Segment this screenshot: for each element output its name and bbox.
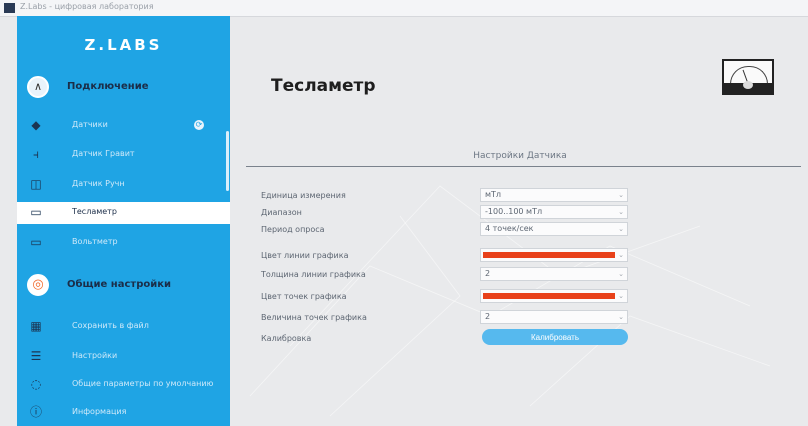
- section-label-connection: Подключение: [67, 81, 149, 92]
- sidebar: Z.LABS ∧ Подключение ◆ Датчики ⟳ ⫞ Датчи…: [17, 16, 230, 426]
- save-icon: ▦: [30, 319, 42, 333]
- line-width-select[interactable]: 2 ⌄: [480, 267, 628, 281]
- window-title: Z.Labs - цифровая лаборатория: [20, 2, 154, 11]
- sidebar-item-settings[interactable]: ☰ Настройки: [17, 346, 230, 368]
- label-point-size: Величина точек графика: [261, 313, 367, 322]
- sidebar-item-manual[interactable]: ◫ Датчик Ручн: [17, 174, 230, 196]
- sidebar-item-save[interactable]: ▦ Сохранить в файл: [17, 316, 230, 338]
- app-icon: [4, 3, 15, 13]
- sidebar-item-label: Настройки: [72, 351, 118, 360]
- section-connection[interactable]: ∧ Подключение: [17, 72, 230, 102]
- chevron-down-icon: ⌄: [618, 251, 624, 259]
- chart-icon: ◫: [30, 177, 42, 191]
- sidebar-item-gravity[interactable]: ⫞ Датчик Гравит: [17, 144, 230, 166]
- sidebar-item-label: Вольтметр: [72, 237, 118, 246]
- sidebar-item-sensors[interactable]: ◆ Датчики ⟳: [17, 115, 230, 137]
- label-poll-period: Период опроса: [261, 225, 325, 234]
- list-icon: ☰: [30, 349, 42, 363]
- units-value: мТл: [485, 190, 502, 199]
- point-size-select[interactable]: 2 ⌄: [480, 310, 628, 324]
- chevron-down-icon: ⌄: [618, 225, 624, 233]
- brand-logo: Z.LABS: [84, 36, 163, 54]
- label-calibration: Калибровка: [261, 334, 312, 343]
- sidebar-item-label: Тесламетр: [72, 207, 117, 216]
- label-point-color: Цвет точек графика: [261, 292, 347, 301]
- point-size-value: 2: [485, 312, 491, 321]
- image-icon: ▭: [30, 235, 42, 249]
- label-line-color: Цвет линии графика: [261, 251, 349, 260]
- calibrate-button[interactable]: Калибровать: [482, 329, 628, 345]
- range-value: -100..100 мТл: [485, 207, 543, 216]
- chevron-down-icon: ⌄: [618, 208, 624, 216]
- sidebar-item-label: Датчики: [72, 120, 108, 129]
- sidebar-item-label: Датчик Ручн: [72, 179, 125, 188]
- range-select[interactable]: -100..100 мТл ⌄: [480, 205, 628, 219]
- chevron-down-icon: ⌄: [618, 191, 624, 199]
- tab-sensor-settings[interactable]: Настройки Датчика: [430, 151, 610, 161]
- label-range: Диапазон: [261, 208, 302, 217]
- connection-icon: ∧: [27, 76, 49, 98]
- sidebar-item-label: Общие параметры по умолчанию: [72, 379, 214, 388]
- sidebar-item-label: Сохранить в файл: [72, 321, 149, 330]
- teslameter-icon: ▭: [30, 205, 42, 219]
- title-bar: Z.Labs - цифровая лаборатория: [0, 0, 808, 17]
- sidebar-item-defaults[interactable]: ◌ Общие параметры по умолчанию: [17, 374, 230, 396]
- chevron-down-icon: ⌄: [618, 270, 624, 278]
- sidebar-item-info[interactable]: ⓘ Информация: [17, 402, 230, 424]
- label-units: Единица измерения: [261, 191, 346, 200]
- line-color-select[interactable]: ⌄: [480, 248, 628, 262]
- section-general-settings[interactable]: ◎ Общие настройки: [17, 270, 230, 300]
- sidebar-item-teslameter[interactable]: ▭ Тесламетр: [17, 202, 230, 224]
- poll-period-select[interactable]: 4 точек/сек ⌄: [480, 222, 628, 236]
- teslameter-gauge-icon: [722, 59, 774, 95]
- line-color-swatch: [483, 252, 615, 258]
- main-panel: Тесламетр Настройки Датчика Единица изме…: [230, 16, 808, 426]
- label-line-width: Толщина линии графика: [261, 270, 366, 279]
- sidebar-item-voltmeter[interactable]: ▭ Вольтметр: [17, 232, 230, 254]
- defaults-icon: ◌: [30, 377, 42, 391]
- point-color-select[interactable]: ⌄: [480, 289, 628, 303]
- info-icon: ⓘ: [29, 405, 42, 419]
- tab-divider: [246, 166, 801, 167]
- chevron-down-icon: ⌄: [618, 313, 624, 321]
- sidebar-item-label: Информация: [72, 407, 127, 416]
- sidebar-scrollbar[interactable]: [226, 131, 229, 191]
- sensor-icon: ◆: [31, 118, 41, 132]
- line-width-value: 2: [485, 269, 491, 278]
- sidebar-item-label: Датчик Гравит: [72, 149, 135, 158]
- point-color-swatch: [483, 293, 615, 299]
- refresh-icon[interactable]: ⟳: [194, 120, 204, 130]
- chevron-down-icon: ⌄: [618, 292, 624, 300]
- section-label-settings: Общие настройки: [67, 279, 172, 290]
- units-select[interactable]: мТл ⌄: [480, 188, 628, 202]
- settings-icon: ◎: [27, 274, 49, 296]
- page-title: Тесламетр: [271, 76, 376, 96]
- thermometer-icon: ⫞: [32, 147, 39, 161]
- poll-period-value: 4 точек/сек: [485, 224, 534, 233]
